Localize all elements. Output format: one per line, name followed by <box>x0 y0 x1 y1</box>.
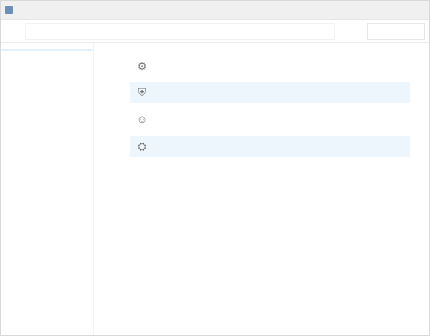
list-item: ⚙ <box>130 55 410 76</box>
gear-icon: ⚙ <box>137 60 147 73</box>
user-icon: ☺ <box>136 114 148 126</box>
sidebar-item[interactable] <box>1 65 93 67</box>
title-bar <box>1 1 429 20</box>
close-button[interactable] <box>403 1 425 19</box>
app-icon <box>5 6 13 14</box>
content-area: ⚙ ⛨ ☺ ⛭ <box>1 43 429 335</box>
search-box[interactable] <box>367 22 425 40</box>
settings-icon: ⛭ <box>137 140 147 153</box>
app-window: ⚙ ⛨ ☺ ⛭ <box>0 0 430 336</box>
minimize-button[interactable] <box>359 1 381 19</box>
address-bar <box>1 20 429 43</box>
list-item: ⛨ <box>130 82 410 103</box>
list-item: ☺ <box>130 109 410 130</box>
list-item: ⛭ <box>130 136 410 157</box>
address-field[interactable] <box>25 22 335 40</box>
sidebar <box>1 43 94 335</box>
main-panel: ⚙ ⛨ ☺ ⛭ <box>94 43 429 335</box>
window-controls <box>359 1 425 19</box>
refresh-button[interactable] <box>341 24 363 39</box>
search-input[interactable] <box>372 27 406 35</box>
shield-icon: ⛨ <box>137 86 147 99</box>
back-button[interactable] <box>5 24 19 38</box>
maximize-button[interactable] <box>381 1 403 19</box>
